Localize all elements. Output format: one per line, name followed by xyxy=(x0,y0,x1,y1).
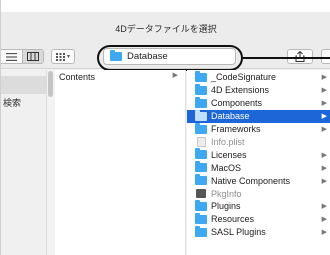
list-item-label: Resources xyxy=(211,214,255,225)
list-item-label: Info.plist xyxy=(211,136,245,147)
list-item[interactable]: Resources ▶ xyxy=(187,212,330,226)
folder-icon xyxy=(195,96,207,108)
list-view-button[interactable] xyxy=(1,50,22,63)
list-item-label: PkgInfo xyxy=(211,188,242,199)
list-item[interactable]: PkgInfo xyxy=(187,187,330,200)
folder-icon xyxy=(195,109,207,121)
arrange-button[interactable]: ▾ xyxy=(51,49,75,64)
list-item-label: Native Components xyxy=(211,175,291,186)
sidebar-item-label[interactable]: 検索 xyxy=(3,96,21,109)
chevron-right-icon: ▶ xyxy=(321,87,327,95)
list-item-label: Database xyxy=(211,111,250,122)
list-item[interactable]: Frameworks ▶ xyxy=(187,122,330,136)
list-item[interactable]: Info.plist xyxy=(187,136,330,149)
list-item[interactable]: Plugins ▶ xyxy=(187,199,330,213)
column-view-icon xyxy=(26,52,39,61)
pkg-icon xyxy=(196,189,206,199)
list-item-label: Contents xyxy=(59,72,96,82)
callout-line xyxy=(243,57,330,59)
chevron-right-icon: ▶ xyxy=(321,113,327,121)
callout-highlight-ring xyxy=(97,45,243,71)
grid-icon xyxy=(55,52,65,61)
chevron-right-icon: ▶ xyxy=(321,229,327,237)
top-margin xyxy=(1,0,330,12)
folder-icon xyxy=(195,70,207,82)
folder-icon xyxy=(195,148,207,160)
folder-icon xyxy=(195,83,207,95)
list-item-label: Licenses xyxy=(211,149,247,160)
list-item[interactable]: _CodeSignature ▶ xyxy=(187,70,330,84)
chevron-right-icon: ▶ xyxy=(172,72,178,79)
list-item-label: MacOS xyxy=(211,162,242,173)
chevron-right-icon: ▶ xyxy=(321,177,327,185)
view-mode-segmented-control xyxy=(1,49,44,64)
list-view-icon xyxy=(5,52,17,61)
window-title: 4Dデータファイルを選択 xyxy=(115,24,217,34)
scrollbar[interactable] xyxy=(48,71,53,97)
sidebar-selected-item[interactable] xyxy=(1,76,47,94)
chevron-right-icon: ▶ xyxy=(321,126,327,134)
list-item-label: Frameworks xyxy=(211,124,261,135)
chevron-right-icon: ▶ xyxy=(321,203,327,211)
folder-icon xyxy=(195,199,207,211)
browser-column-1: Contents ▶ xyxy=(55,70,186,255)
list-item-label: Components xyxy=(211,98,263,109)
folder-icon xyxy=(195,212,207,224)
chevron-right-icon: ▶ xyxy=(321,216,327,224)
list-item[interactable]: MacOS ▶ xyxy=(187,161,330,174)
chevron-right-icon: ▶ xyxy=(321,74,327,82)
list-item-label: SASL Plugins xyxy=(211,227,266,238)
column-view-button[interactable] xyxy=(21,50,43,63)
list-item[interactable]: 4D Extensions ▶ xyxy=(187,83,330,97)
chevron-down-icon: ▾ xyxy=(66,53,70,60)
list-item-label: 4D Extensions xyxy=(211,85,270,96)
folder-icon xyxy=(195,122,207,134)
title-bar: 4Dデータファイルを選択 xyxy=(1,12,330,44)
list-item-contents[interactable]: Contents ▶ xyxy=(55,71,186,83)
browser-column-2: _CodeSignature ▶ 4D Extensions ▶ Components ▶… xyxy=(187,70,330,255)
folder-icon xyxy=(195,174,207,186)
list-item-label: _CodeSignature xyxy=(211,72,277,83)
folder-icon xyxy=(195,161,207,173)
list-item[interactable]: SASL Plugins ▶ xyxy=(187,225,330,239)
list-item[interactable]: Components ▶ xyxy=(187,96,330,110)
chevron-right-icon: ▶ xyxy=(321,151,327,159)
folder-icon xyxy=(195,225,207,237)
list-item[interactable]: Native Components ▶ xyxy=(187,174,330,187)
chevron-right-icon: ▶ xyxy=(321,100,327,108)
list-item-label: Plugins xyxy=(211,201,241,212)
file-icon xyxy=(197,136,206,147)
file-chooser-window: 4Dデータファイルを選択 ▾ Database 検索 Contents ▶ _C… xyxy=(0,0,330,255)
chevron-right-icon: ▶ xyxy=(321,164,327,172)
list-item[interactable]: Licenses ▶ xyxy=(187,148,330,161)
list-item[interactable]: Database ▶ xyxy=(187,109,330,123)
